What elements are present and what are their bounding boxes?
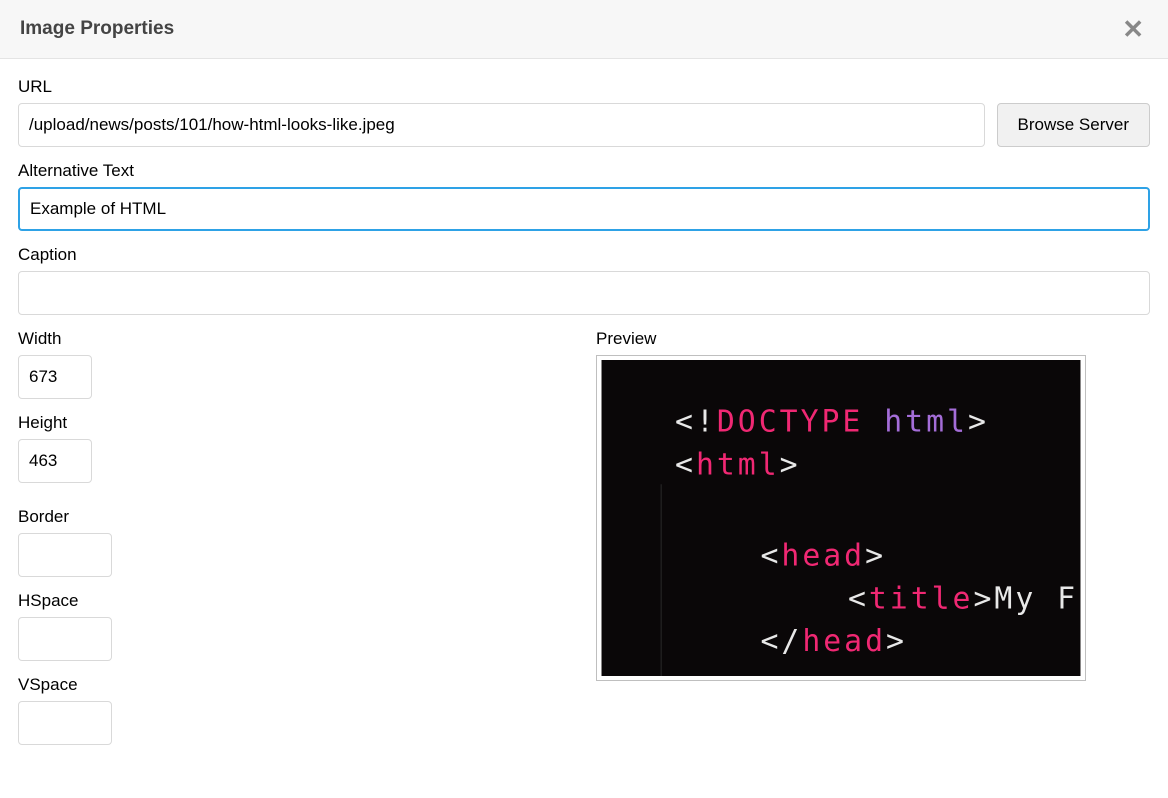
url-input[interactable] (18, 103, 985, 147)
alt-field-group: Alternative Text (18, 161, 1150, 231)
vspace-field-group: VSpace (18, 675, 572, 745)
preview-box: <!DOCTYPE html> <html> <head> <title>My … (596, 355, 1086, 681)
height-input[interactable] (18, 439, 92, 483)
svg-text:</head>: </head> (761, 624, 907, 659)
close-icon[interactable]: ✕ (1118, 16, 1148, 42)
vspace-label: VSpace (18, 675, 572, 695)
hspace-label: HSpace (18, 591, 572, 611)
preview-image: <!DOCTYPE html> <html> <head> <title>My … (601, 360, 1081, 676)
alt-text-input[interactable] (18, 187, 1150, 231)
dialog-title: Image Properties (20, 18, 174, 40)
vspace-input[interactable] (18, 701, 112, 745)
url-field-group: URL Browse Server (18, 77, 1150, 147)
svg-text:<!DOCTYPE html>: <!DOCTYPE html> (675, 405, 989, 440)
height-field-group: Height (18, 413, 572, 483)
width-field-group: Width (18, 329, 572, 399)
browse-server-button[interactable]: Browse Server (997, 103, 1150, 147)
dialog-header: Image Properties ✕ (0, 0, 1168, 59)
preview-label: Preview (596, 329, 1150, 349)
height-label: Height (18, 413, 572, 433)
caption-input[interactable] (18, 271, 1150, 315)
caption-label: Caption (18, 245, 1150, 265)
border-field-group: Border (18, 507, 572, 577)
alt-label: Alternative Text (18, 161, 1150, 181)
svg-text:<html>: <html> (675, 447, 801, 482)
svg-text:<title>My F: <title>My F (848, 581, 1078, 616)
svg-text:<head>: <head> (761, 539, 887, 574)
caption-field-group: Caption (18, 245, 1150, 315)
border-input[interactable] (18, 533, 112, 577)
width-input[interactable] (18, 355, 92, 399)
width-label: Width (18, 329, 572, 349)
hspace-input[interactable] (18, 617, 112, 661)
url-label: URL (18, 77, 1150, 97)
border-label: Border (18, 507, 572, 527)
hspace-field-group: HSpace (18, 591, 572, 661)
dialog-body: URL Browse Server Alternative Text Capti… (0, 59, 1168, 769)
